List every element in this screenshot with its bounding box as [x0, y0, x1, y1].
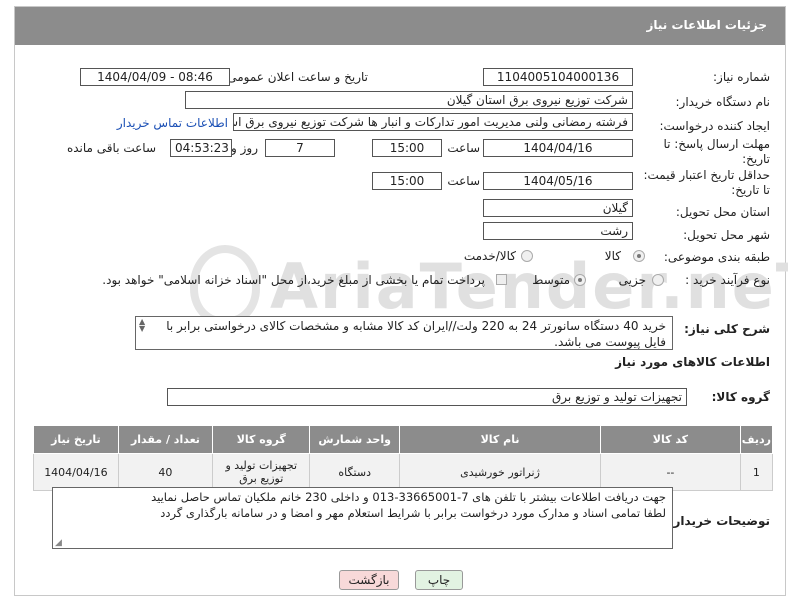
col-unit: واحد شمارش — [309, 425, 400, 454]
notes-label: توضیحات خریدار: — [668, 514, 770, 528]
table-row: 1404/04/16 40 تجهیزات تولید و توزیع برق … — [33, 453, 774, 491]
days-field: 7 — [265, 139, 335, 157]
province-label: استان محل تحویل: — [675, 205, 770, 219]
process-minor-radio[interactable] — [652, 274, 664, 286]
validity-time-field: 15:00 — [372, 172, 442, 190]
need-number-label: شماره نیاز: — [713, 70, 770, 84]
print-button[interactable]: چاپ — [415, 570, 463, 590]
need-number-field: 1104005104000136 — [483, 68, 633, 86]
goods-info-title: اطلاعات کالاهای مورد نیاز — [615, 355, 770, 369]
remaining-time-field: 04:53:23 — [170, 139, 232, 157]
creator-field: فرشته رمضانی ولنی مدیریت امور تدارکات و … — [233, 113, 633, 131]
resize-grip-icon[interactable]: ◢ — [55, 538, 62, 548]
desc-textarea: خرید 40 دستگاه سانورتر 24 به 220 ولت//ای… — [135, 316, 673, 350]
validity-time-label: ساعت — [447, 174, 480, 188]
desc-text: خرید 40 دستگاه سانورتر 24 به 220 ولت//ای… — [166, 319, 666, 349]
validity-date-field: 1404/05/16 — [483, 172, 633, 190]
notes-line-1: جهت دریافت اطلاعات بیشتر با تلفن های 7-3… — [151, 490, 666, 504]
col-quantity: تعداد / مقدار — [117, 425, 214, 454]
cell-goods-group: تجهیزات تولید و توزیع برق — [212, 453, 311, 491]
col-row: ردیف — [739, 425, 774, 454]
contact-info-link[interactable]: اطلاعات تماس خریدار — [117, 116, 228, 130]
cell-goods-name: ژنراتور خورشیدی — [398, 453, 602, 491]
cell-goods-code: -- — [600, 453, 741, 491]
announce-label: تاریخ و ساعت اعلان عمومی: — [223, 70, 368, 84]
cell-need-date: 1404/04/16 — [33, 453, 119, 491]
category-goods-service-label: کالا/خدمت — [463, 249, 516, 263]
treasury-checkbox[interactable] — [496, 274, 507, 285]
treasury-note: پرداخت تمام یا بخشی از مبلغ خرید،از محل … — [102, 273, 485, 287]
category-label: طبقه بندی موضوعی: — [663, 250, 770, 264]
scroll-arrows-icon[interactable]: ▲ ▼ — [139, 318, 149, 333]
cell-unit: دستگاه — [309, 453, 400, 491]
col-goods-group: گروه کالا — [212, 425, 311, 454]
items-table: تاریخ نیاز تعداد / مقدار گروه کالا واحد … — [33, 425, 774, 491]
deadline-date-field: 1404/04/16 — [483, 139, 633, 157]
deadline-time-label: ساعت — [447, 141, 480, 155]
deadline-label: مهلت ارسال پاسخ: تا تاریخ: — [663, 137, 770, 166]
col-need-date: تاریخ نیاز — [33, 425, 119, 454]
city-field: رشت — [483, 222, 633, 240]
process-medium-radio[interactable] — [574, 274, 586, 286]
category-goods-radio[interactable] — [633, 250, 645, 262]
buyer-org-field: شرکت توزیع نیروی برق استان گیلان — [185, 91, 633, 109]
validity-label: حداقل تاریخ اعتبار قیمت: تا تاریخ: — [643, 168, 770, 197]
goods-group-label: گروه کالا: — [711, 390, 770, 404]
back-button[interactable]: بازگشت — [339, 570, 399, 590]
days-label: روز و — [231, 141, 258, 155]
city-label: شهر محل تحویل: — [683, 228, 770, 242]
col-goods-name: نام کالا — [398, 425, 602, 454]
category-goods-label: کالا — [604, 249, 621, 263]
cell-row: 1 — [739, 453, 774, 491]
table-header-row: تاریخ نیاز تعداد / مقدار گروه کالا واحد … — [33, 425, 774, 454]
province-field: گیلان — [483, 199, 633, 217]
announce-field: 1404/04/09 - 08:46 — [80, 68, 230, 86]
remaining-label: ساعت باقی مانده — [66, 141, 156, 155]
creator-label: ایجاد کننده درخواست: — [659, 119, 770, 133]
deadline-time-field: 15:00 — [372, 139, 442, 157]
category-goods-service-radio[interactable] — [521, 250, 533, 262]
col-goods-code: کد کالا — [600, 425, 741, 454]
panel-header: جزئیات اطلاعات نیاز — [15, 7, 785, 45]
notes-line-2: لطفا تمامی اسناد و مدارک مورد درخواست بر… — [160, 506, 666, 520]
notes-textarea: جهت دریافت اطلاعات بیشتر با تلفن های 7-3… — [52, 487, 673, 549]
desc-label: شرح کلی نیاز: — [684, 322, 770, 336]
goods-group-field: تجهیزات تولید و توزیع برق — [167, 388, 687, 406]
cell-quantity: 40 — [117, 453, 214, 491]
page-title: جزئیات اطلاعات نیاز — [646, 18, 767, 32]
process-medium-label: متوسط — [532, 273, 570, 287]
process-label: نوع فرآیند خرید : — [685, 273, 770, 287]
buyer-org-label: نام دستگاه خریدار: — [675, 95, 771, 109]
process-minor-label: جزیی — [618, 273, 646, 287]
